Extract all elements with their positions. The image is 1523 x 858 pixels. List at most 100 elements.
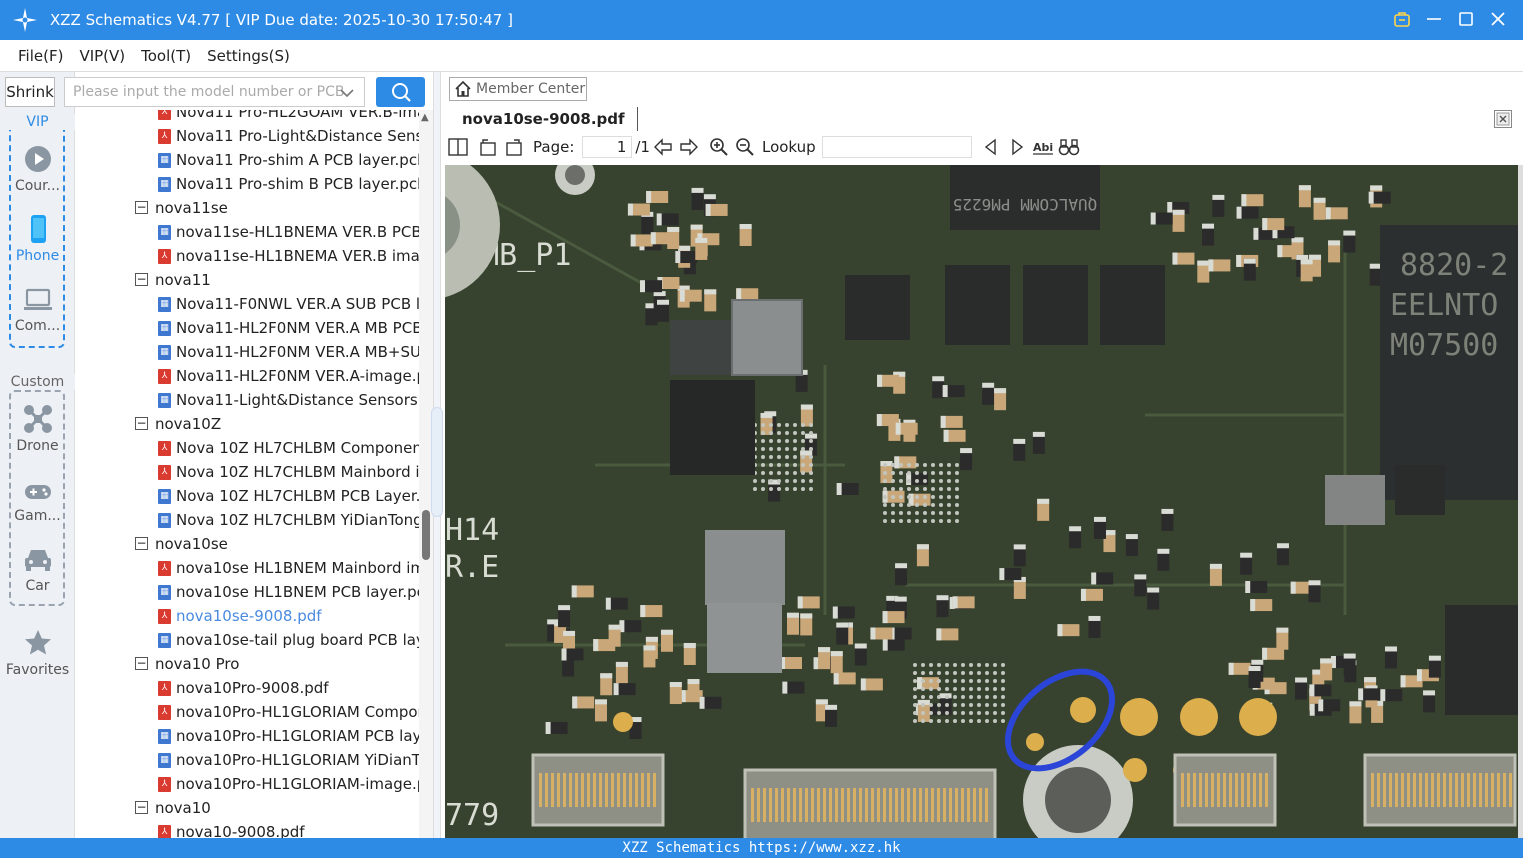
- tree-group[interactable]: − nova10: [75, 796, 419, 820]
- find-next-icon[interactable]: [1004, 134, 1030, 160]
- tree-file-item[interactable]: ⅄ Nova 10Z HL7CHLBM Component: [75, 436, 419, 460]
- tree-file-item[interactable]: ⅄ Nova11 Pro-Light&Distance Senso: [75, 124, 419, 148]
- tree-file-item[interactable]: ▦ Nova11 Pro-shim A PCB layer.pcb: [75, 148, 419, 172]
- next-page-arrow-icon[interactable]: [676, 134, 702, 160]
- pcb-file-icon: ▦: [158, 296, 171, 312]
- tree-file-item[interactable]: ▦ nova10Pro-HL1GLORIAM PCB laye: [75, 724, 419, 748]
- chevron-down-icon[interactable]: [340, 83, 354, 103]
- pcb-file-icon: ▦: [158, 512, 171, 528]
- silk-label-re: R.E: [445, 550, 499, 585]
- rail-item-courses[interactable]: Cour...: [0, 144, 75, 194]
- tree-file-item[interactable]: ▦ nova11se-HL1BNEMA VER.B PCB la: [75, 220, 419, 244]
- pcb-image-viewer[interactable]: QUALCOMM PM6225 8820-2 EELNTO M07500 B_M…: [445, 165, 1518, 838]
- tree-file-item[interactable]: ⅄ Nova 10Z HL7CHLBM Mainbord im: [75, 460, 419, 484]
- tree-file-item[interactable]: ▦ Nova11 Pro-shim B PCB layer.pcb: [75, 172, 419, 196]
- collapse-toggle-icon[interactable]: −: [135, 801, 148, 814]
- rail-item-favorites[interactable]: Favorites: [0, 628, 75, 678]
- close-document-icon[interactable]: [1494, 110, 1512, 128]
- rail-item-phone[interactable]: Phone: [0, 214, 75, 264]
- rail-item-drone[interactable]: Drone: [0, 404, 75, 454]
- tree-item-label: Nova11-HL2F0NM VER.A MB PCB l: [176, 319, 419, 337]
- silk-label-h14: H14: [445, 513, 499, 548]
- tree-file-item[interactable]: ⅄ nova10se-9008.pdf: [75, 604, 419, 628]
- collapse-toggle-icon[interactable]: −: [135, 537, 148, 550]
- pcb-file-icon: ▦: [158, 584, 171, 600]
- tree-group[interactable]: − nova11: [75, 268, 419, 292]
- prev-page-arrow-icon[interactable]: [650, 134, 676, 160]
- tree-file-item[interactable]: ▦ Nova11-F0NWL VER.A SUB PCB lay: [75, 292, 419, 316]
- model-search-input[interactable]: Please input the model number or PCB: [64, 77, 365, 107]
- rotate-left-icon[interactable]: [475, 134, 501, 160]
- zoom-out-icon[interactable]: [732, 134, 758, 160]
- member-center-button[interactable]: Member Center: [449, 77, 587, 101]
- page-number-input[interactable]: 1: [582, 136, 633, 158]
- tree-item-label: nova10se-tail plug board PCB laye: [176, 631, 419, 649]
- vip-bag-icon[interactable]: [1391, 8, 1413, 30]
- gamepad-icon: [24, 485, 51, 499]
- tree-group[interactable]: − nova10Z: [75, 412, 419, 436]
- menu-settings[interactable]: Settings(S): [207, 47, 290, 65]
- tree-file-item[interactable]: ⅄ Nova11 Pro-HL2GOAM VER.B-imag: [75, 110, 419, 124]
- document-tab[interactable]: nova10se-9008.pdf: [450, 107, 638, 131]
- scrollbar-thumb[interactable]: [422, 510, 430, 560]
- tree-file-item[interactable]: ⅄ nova10Pro-9008.pdf: [75, 676, 419, 700]
- tree-item-label: Nova11 Pro-shim A PCB layer.pcb: [176, 151, 419, 169]
- viewer-scrollbar[interactable]: [1518, 165, 1523, 838]
- chip-label-1: 8820-2: [1400, 248, 1508, 283]
- custom-group-label: Custom: [8, 374, 67, 390]
- shrink-button[interactable]: Shrink: [5, 77, 55, 107]
- binoculars-icon[interactable]: [1056, 134, 1082, 160]
- rail-item-label: Phone: [15, 248, 60, 264]
- tree-file-item[interactable]: ▦ nova10se HL1BNEM PCB layer.pcb: [75, 580, 419, 604]
- menu-vip[interactable]: VIP(V): [79, 47, 125, 65]
- tree-file-item[interactable]: ▦ Nova 10Z HL7CHLBM YiDianTong.: [75, 508, 419, 532]
- close-button[interactable]: [1487, 8, 1509, 30]
- tree-item-label: nova11se-HL1BNEMA VER.B PCB la: [176, 223, 419, 241]
- rail-item-computer[interactable]: Com...: [0, 286, 75, 334]
- tree-file-item[interactable]: ⅄ nova10se HL1BNEM Mainbord ima: [75, 556, 419, 580]
- tree-file-item[interactable]: ▦ Nova11-Light&Distance Sensors sh: [75, 388, 419, 412]
- match-case-icon[interactable]: Abi: [1030, 134, 1056, 160]
- pcb-board-image: QUALCOMM PM6225 8820-2 EELNTO M07500 B_M…: [445, 165, 1518, 838]
- search-button[interactable]: [376, 77, 425, 107]
- tree-file-item[interactable]: ⅄ nova10-9008.pdf: [75, 820, 419, 838]
- pane-splitter[interactable]: [431, 72, 443, 838]
- tree-file-item[interactable]: ⅄ nova10Pro-HL1GLORIAM Compon: [75, 700, 419, 724]
- tree-group[interactable]: − nova10se: [75, 532, 419, 556]
- rail-item-games[interactable]: Gam...: [0, 480, 75, 524]
- tree-file-item[interactable]: ⅄ nova10Pro-HL1GLORIAM-image.pd: [75, 772, 419, 796]
- tree-file-item[interactable]: ⅄ Nova11-HL2F0NM VER.A-image.pd: [75, 364, 419, 388]
- tree-item-label: Nova11 Pro-shim B PCB layer.pcb: [176, 175, 419, 193]
- tree-group[interactable]: − nova11se: [75, 196, 419, 220]
- collapse-toggle-icon[interactable]: −: [135, 417, 148, 430]
- rotate-right-icon[interactable]: [501, 134, 527, 160]
- rail-item-label: Favorites: [5, 662, 70, 678]
- pcb-file-icon: ▦: [158, 728, 171, 744]
- tree-file-item[interactable]: ▦ Nova11-HL2F0NM VER.A MB PCB l: [75, 316, 419, 340]
- zoom-in-icon[interactable]: [706, 134, 732, 160]
- tree-file-item[interactable]: ▦ nova10se-tail plug board PCB laye: [75, 628, 419, 652]
- menu-file[interactable]: File(F): [18, 47, 63, 65]
- maximize-button[interactable]: [1455, 8, 1477, 30]
- lookup-input[interactable]: [821, 136, 972, 158]
- collapse-toggle-icon[interactable]: −: [135, 201, 148, 214]
- rail-item-car[interactable]: Car: [0, 546, 75, 594]
- window-title: XZZ Schematics V4.77 [ VIP Due date: 202…: [50, 11, 513, 29]
- tree-group[interactable]: − nova10 Pro: [75, 652, 419, 676]
- collapse-toggle-icon[interactable]: −: [135, 273, 148, 286]
- minimize-button[interactable]: [1423, 8, 1445, 30]
- collapse-toggle-icon[interactable]: −: [135, 657, 148, 670]
- tree-file-item[interactable]: ▦ nova10Pro-HL1GLORIAM YiDianTo: [75, 748, 419, 772]
- rail-item-label: Car: [25, 578, 50, 594]
- tree-file-item[interactable]: ▦ Nova11-HL2F0NM VER.A MB+SUB: [75, 340, 419, 364]
- scroll-up-icon[interactable]: ▲: [421, 112, 429, 123]
- find-previous-icon[interactable]: [978, 134, 1004, 160]
- splitter-grip[interactable]: [431, 407, 443, 517]
- tree-item-label: Nova11-HL2F0NM VER.A MB+SUB: [176, 343, 419, 361]
- tree-file-item[interactable]: ▦ Nova 10Z HL7CHLBM PCB Layer.pc: [75, 484, 419, 508]
- tree-file-item[interactable]: ⅄ nova11se-HL1BNEMA VER.B image: [75, 244, 419, 268]
- rail-item-label: Cour...: [14, 178, 61, 194]
- menu-tool[interactable]: Tool(T): [141, 47, 191, 65]
- rail-item-label: Com...: [14, 318, 61, 334]
- split-view-icon[interactable]: [445, 134, 471, 160]
